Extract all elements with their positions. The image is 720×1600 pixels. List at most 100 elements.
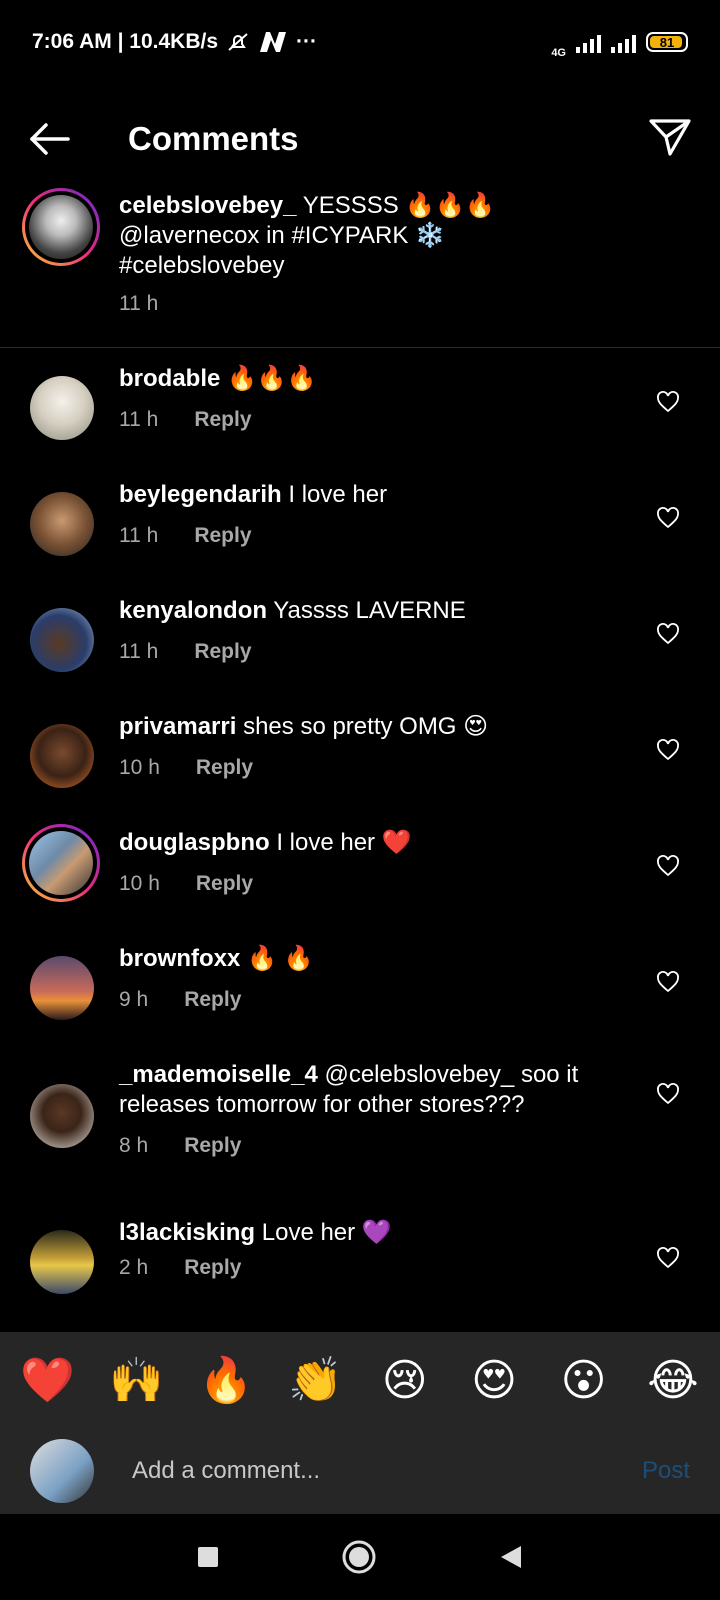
comment-time: 11 h: [119, 524, 159, 547]
header: Comments: [0, 84, 720, 194]
home-icon[interactable]: [341, 1539, 377, 1575]
emoji-raised-hands[interactable]: 🙌: [109, 1354, 164, 1406]
comment-text: Yassss LAVERNE: [273, 597, 466, 624]
status-time: 7:06 AM | 10.4KB/s: [32, 30, 219, 53]
caption-line-2[interactable]: @lavernecox in #ICYPARK ❄️: [119, 222, 445, 249]
heart-icon[interactable]: [656, 622, 680, 646]
comment-text-line-2: releases tomorrow for other stores???: [119, 1091, 525, 1118]
reply-button[interactable]: Reply: [196, 872, 253, 896]
app-n-icon: [260, 32, 287, 52]
comment-row: beylegendarih I love her 11 h Reply: [0, 476, 720, 592]
reply-button[interactable]: Reply: [194, 640, 251, 664]
comment-text: I love her: [288, 481, 388, 508]
reply-button[interactable]: Reply: [184, 1134, 241, 1158]
reply-button[interactable]: Reply: [184, 988, 241, 1012]
battery-level: 81: [659, 34, 675, 50]
caption-username[interactable]: celebslovebey_: [119, 192, 296, 219]
comment-text: @celebslovebey_ soo it: [324, 1061, 579, 1088]
share-button[interactable]: [648, 117, 692, 162]
page-title: Comments: [128, 120, 299, 157]
avatar[interactable]: [30, 492, 94, 556]
comment-username[interactable]: privamarri: [119, 713, 236, 740]
overflow-dots: ···: [296, 30, 317, 53]
reply-button[interactable]: Reply: [196, 756, 253, 780]
avatar: [30, 1439, 94, 1503]
comment-username[interactable]: douglaspbno: [119, 829, 270, 856]
emoji-crying[interactable]: 😢: [378, 1355, 432, 1406]
battery-icon: 81: [646, 32, 688, 52]
comment-username[interactable]: kenyalondon: [119, 597, 267, 624]
caption-line-3[interactable]: #celebslovebey: [119, 252, 284, 279]
caption-meta: 11 h: [119, 292, 158, 316]
comment-text: 🔥 🔥: [247, 945, 314, 972]
comment-composer: Add a comment... Post: [0, 1428, 720, 1514]
comment-time: 11 h: [119, 640, 159, 663]
comment-row: brownfoxx 🔥 🔥 9 h Reply: [0, 940, 720, 1056]
comment-username[interactable]: brownfoxx: [119, 945, 240, 972]
caption-body: YESSSS 🔥🔥🔥: [302, 192, 496, 219]
heart-icon[interactable]: [656, 1082, 680, 1106]
status-bar: 7:06 AM | 10.4KB/s ··· 4G 81: [0, 0, 720, 84]
comment-text: Love her 💜: [261, 1219, 392, 1246]
caption-time: 11 h: [119, 292, 159, 315]
recents-icon[interactable]: [195, 1544, 221, 1570]
comment-time: 9 h: [119, 988, 149, 1011]
heart-icon[interactable]: [656, 854, 680, 878]
avatar: [29, 195, 93, 259]
heart-icon[interactable]: [656, 1246, 680, 1270]
back-button[interactable]: [28, 116, 74, 162]
comment-time: 8 h: [119, 1134, 149, 1157]
comment-text: shes so pretty OMG 😍: [243, 713, 489, 740]
network-type: 4G: [551, 47, 566, 59]
comment-time: 11 h: [119, 408, 159, 431]
emoji-heart[interactable]: ❤️: [20, 1354, 75, 1406]
emoji-heart-eyes[interactable]: 😍: [467, 1355, 521, 1406]
comment-input[interactable]: Add a comment...: [132, 1457, 642, 1485]
avatar[interactable]: [30, 724, 94, 788]
comment-username[interactable]: beylegendarih: [119, 481, 282, 508]
heart-icon[interactable]: [656, 390, 680, 414]
comment-time: 2 h: [119, 1256, 149, 1279]
avatar[interactable]: [30, 376, 94, 440]
heart-icon[interactable]: [656, 970, 680, 994]
post-button[interactable]: Post: [642, 1457, 690, 1485]
emoji-laughing[interactable]: 😂: [646, 1355, 700, 1406]
avatar[interactable]: [30, 608, 94, 672]
avatar[interactable]: [30, 1084, 94, 1148]
emoji-fire[interactable]: 🔥: [199, 1354, 254, 1406]
avatar[interactable]: [30, 956, 94, 1020]
heart-icon[interactable]: [656, 506, 680, 530]
comment-username[interactable]: brodable: [119, 365, 220, 392]
heart-icon[interactable]: [656, 738, 680, 762]
post-caption: celebslovebey_ YESSSS 🔥🔥🔥 @lavernecox in…: [0, 186, 720, 348]
comment-username[interactable]: l3lackisking: [119, 1219, 255, 1246]
bell-off-icon: [228, 33, 248, 51]
comment-row: kenyalondon Yassss LAVERNE 11 h Reply: [0, 592, 720, 708]
comment-time: 10 h: [119, 872, 160, 895]
comment-row: douglaspbno I love her ❤️ 10 h Reply: [0, 824, 720, 940]
back-nav-icon[interactable]: [497, 1543, 525, 1571]
emoji-clap[interactable]: 👏: [288, 1354, 343, 1406]
reply-button[interactable]: Reply: [194, 524, 251, 548]
avatar[interactable]: [30, 1230, 94, 1294]
emoji-surprised[interactable]: 😮: [557, 1355, 611, 1406]
reply-button[interactable]: Reply: [194, 408, 251, 432]
reply-button[interactable]: Reply: [184, 1256, 241, 1280]
comment-text: I love her ❤️: [276, 829, 412, 856]
system-nav-bar: [0, 1514, 720, 1600]
signal-icon: [576, 31, 601, 53]
avatar-story-ring[interactable]: [22, 824, 100, 902]
comment-text: 🔥🔥🔥: [227, 365, 317, 392]
comment-row: brodable 🔥🔥🔥 11 h Reply: [0, 360, 720, 476]
arrow-left-icon: [30, 123, 70, 155]
caption-avatar-story-ring[interactable]: [22, 188, 100, 266]
comment-time: 10 h: [119, 756, 160, 779]
avatar: [29, 831, 93, 895]
comment-row: _mademoiselle_4 @celebslovebey_ soo it r…: [0, 1056, 720, 1202]
emoji-quick-bar: ❤️ 🙌 🔥 👏 😢 😍 😮 😂: [0, 1332, 720, 1428]
paper-plane-icon: [649, 118, 691, 156]
signal-icon-2: [611, 31, 636, 53]
comment-row: l3lackisking Love her 💜 2 h Reply: [0, 1200, 720, 1316]
comment-username[interactable]: _mademoiselle_4: [119, 1061, 318, 1088]
comment-row: privamarri shes so pretty OMG 😍 10 h Repl…: [0, 708, 720, 824]
